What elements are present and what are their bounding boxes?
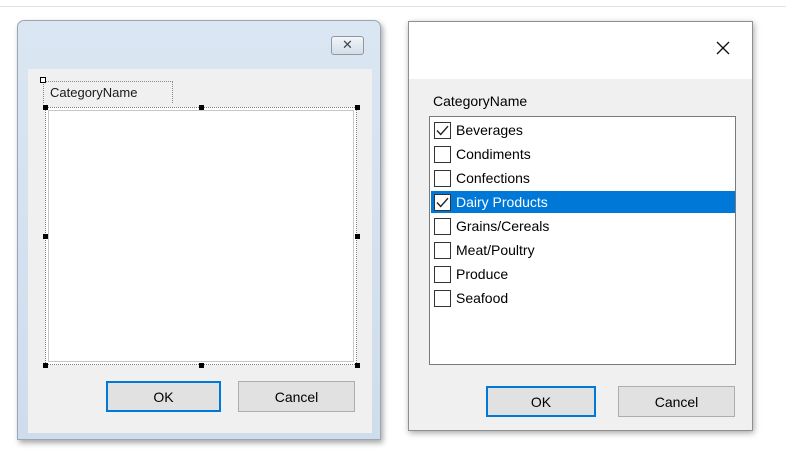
list-item[interactable]: Grains/Cereals bbox=[431, 215, 735, 237]
designer-listbox-placeholder[interactable] bbox=[45, 107, 357, 365]
selection-handle[interactable] bbox=[40, 77, 46, 83]
list-item-label: Beverages bbox=[456, 122, 523, 138]
designer-dialog-window: ✕ CategoryName OK Cancel bbox=[17, 20, 381, 440]
designer-tab-category-name[interactable]: CategoryName bbox=[43, 81, 173, 103]
list-item[interactable]: Seafood bbox=[431, 287, 735, 309]
close-icon: ✕ bbox=[342, 38, 353, 53]
checkbox[interactable] bbox=[434, 289, 451, 307]
list-item-label: Condiments bbox=[456, 146, 531, 162]
resize-handle-bottom-left[interactable] bbox=[43, 363, 48, 368]
checkbox[interactable] bbox=[434, 121, 451, 139]
list-item[interactable]: Meat/Poultry bbox=[431, 239, 735, 261]
list-item[interactable]: Dairy Products bbox=[431, 191, 735, 213]
runtime-close-button[interactable] bbox=[711, 36, 735, 60]
designer-cancel-button[interactable]: Cancel bbox=[238, 381, 355, 412]
designer-close-button[interactable]: ✕ bbox=[331, 36, 364, 55]
list-item-label: Confections bbox=[456, 170, 530, 186]
list-item-label: Produce bbox=[456, 266, 509, 282]
list-item-label: Seafood bbox=[456, 290, 509, 306]
resize-handle-bottom[interactable] bbox=[199, 363, 204, 368]
runtime-dialog-window: CategoryName Beverages Condiments Confecti… bbox=[408, 21, 753, 431]
top-divider bbox=[0, 6, 786, 7]
list-item[interactable]: Produce bbox=[431, 263, 735, 285]
designer-tab-label: CategoryName bbox=[50, 85, 138, 100]
checkbox[interactable] bbox=[434, 217, 451, 235]
runtime-title-bar bbox=[409, 22, 752, 79]
close-icon bbox=[716, 41, 730, 55]
list-item[interactable]: Confections bbox=[431, 167, 735, 189]
designer-ok-label: OK bbox=[153, 388, 174, 405]
designer-cancel-label: Cancel bbox=[274, 388, 319, 405]
list-item[interactable]: Condiments bbox=[431, 143, 735, 165]
resize-handle-top-left[interactable] bbox=[43, 105, 48, 110]
runtime-ok-button[interactable]: OK bbox=[486, 386, 596, 417]
resize-handle-left[interactable] bbox=[43, 234, 48, 239]
designer-ok-button[interactable]: OK bbox=[106, 381, 221, 412]
category-checked-listbox[interactable]: Beverages Condiments Confections Dairy Prod… bbox=[429, 116, 736, 365]
runtime-cancel-button[interactable]: Cancel bbox=[618, 386, 735, 417]
checkbox[interactable] bbox=[434, 145, 451, 163]
resize-handle-right[interactable] bbox=[355, 234, 360, 239]
checkmark-icon bbox=[436, 125, 449, 136]
runtime-cancel-label: Cancel bbox=[654, 393, 699, 410]
runtime-ok-label: OK bbox=[530, 393, 552, 410]
resize-handle-top[interactable] bbox=[199, 105, 204, 110]
list-item-label: Grains/Cereals bbox=[456, 218, 550, 234]
checkbox[interactable] bbox=[434, 169, 451, 187]
list-item[interactable]: Beverages bbox=[431, 119, 735, 141]
checkbox[interactable] bbox=[434, 241, 451, 259]
checkbox[interactable] bbox=[434, 193, 451, 211]
checkmark-icon bbox=[436, 197, 449, 208]
checkbox[interactable] bbox=[434, 265, 451, 283]
resize-handle-top-right[interactable] bbox=[355, 105, 360, 110]
list-item-label: Dairy Products bbox=[456, 194, 548, 210]
resize-handle-bottom-right[interactable] bbox=[355, 363, 360, 368]
designer-dialog-client: CategoryName OK Cancel bbox=[28, 69, 372, 433]
list-caption: CategoryName bbox=[433, 93, 528, 109]
list-item-label: Meat/Poultry bbox=[456, 242, 535, 258]
